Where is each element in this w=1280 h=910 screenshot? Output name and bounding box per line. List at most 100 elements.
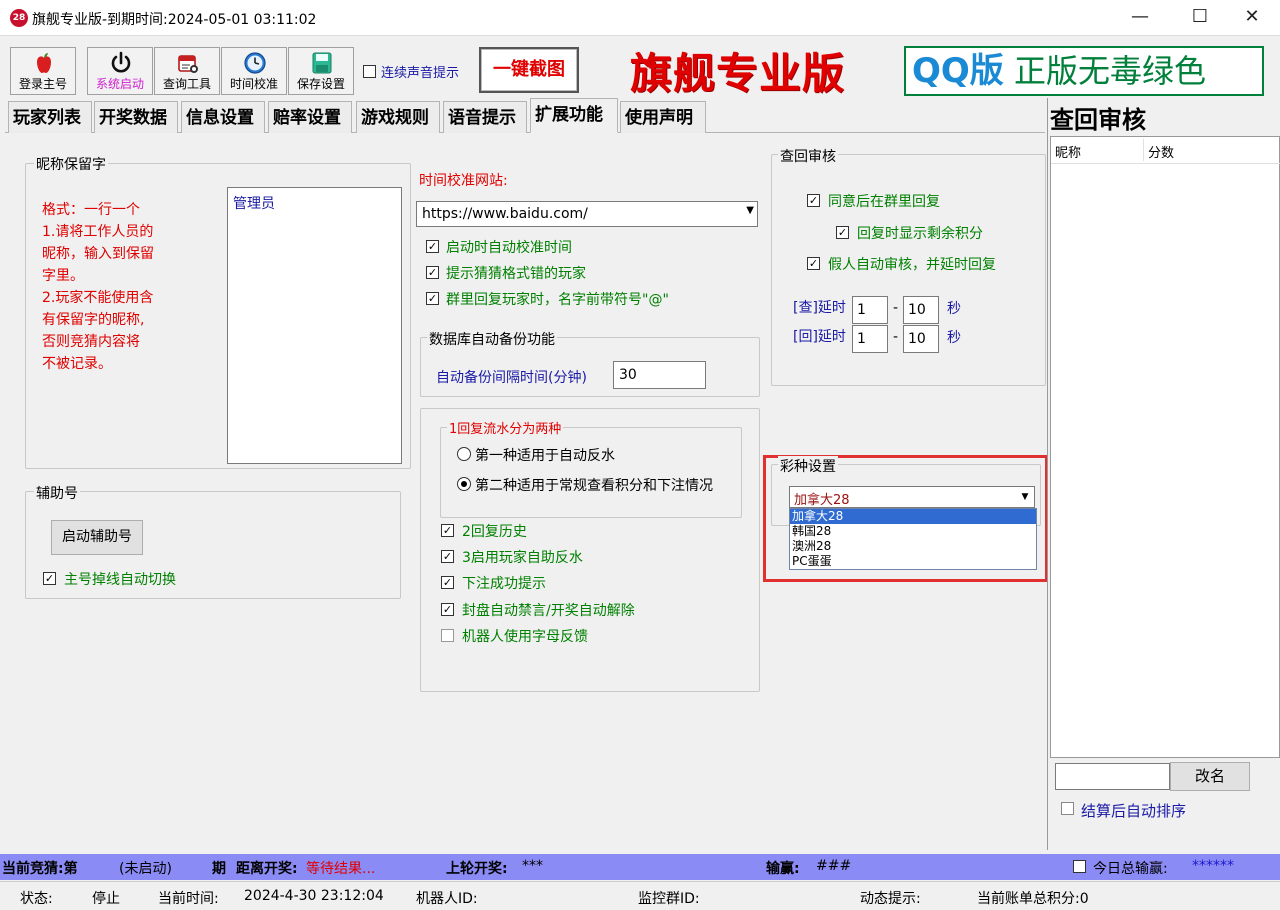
instruction-line: 昵称，输入到保留	[42, 246, 154, 262]
tab-player-list[interactable]: 玩家列表	[8, 101, 92, 133]
save-settings-button[interactable]: 保存设置	[288, 47, 354, 95]
close-button[interactable]: ✕	[1222, 0, 1280, 36]
chevron-down-icon: ▼	[746, 205, 754, 216]
reply-mode-1-label: 第一种适用于自动反水	[475, 448, 615, 464]
chevron-down-icon: ▼	[1021, 492, 1029, 502]
instruction-line: 字里。	[42, 268, 84, 284]
one-click-screenshot-button[interactable]: 一键截图	[479, 47, 579, 93]
reserved-words-textarea[interactable]: 管理员	[227, 187, 402, 464]
winloss-value: ###	[816, 858, 852, 874]
backup-interval-input[interactable]: 30	[613, 361, 706, 389]
auto-sort-label: 结算后自动排序	[1081, 802, 1187, 820]
lottery-option[interactable]: 澳洲28	[790, 539, 1036, 554]
auto-mute-checkbox[interactable]: ✓	[441, 603, 454, 616]
reply-history-checkbox[interactable]: ✓	[441, 524, 454, 537]
auto-sort-checkbox[interactable]	[1061, 802, 1074, 815]
auto-switch-checkbox[interactable]: ✓	[43, 572, 56, 585]
time-site-value: https://www.baidu.com/	[422, 206, 588, 222]
today-total-checkbox[interactable]	[1073, 860, 1086, 873]
query-delay-unit: 秒	[947, 301, 961, 317]
letter-feedback-checkbox[interactable]	[441, 629, 454, 642]
tab-info-settings[interactable]: 信息设置	[181, 101, 265, 133]
dynamic-hint-label: 动态提示:	[860, 891, 921, 907]
reply-mode-1-radio[interactable]	[457, 447, 471, 461]
power-icon	[111, 51, 131, 73]
robot-id-label: 机器人ID:	[416, 891, 478, 907]
reply-delay-from[interactable]: 1	[852, 325, 888, 353]
rename-input[interactable]	[1055, 763, 1170, 790]
tab-voice-prompt[interactable]: 语音提示	[443, 101, 527, 133]
letter-feedback-label: 机器人使用字母反馈	[462, 629, 588, 645]
query-tool-button[interactable]: 查询工具	[154, 47, 220, 95]
time-calibrate-button[interactable]: 时间校准	[221, 47, 287, 95]
today-total-label: 今日总输赢:	[1093, 861, 1168, 877]
column-score[interactable]: 分数	[1148, 142, 1174, 161]
last-draw-label: 上轮开奖:	[446, 861, 508, 877]
continuous-sound-checkbox[interactable]	[363, 65, 376, 78]
countdown-value: 等待结果...	[306, 861, 376, 877]
instruction-line: 否则竞猜内容将	[42, 334, 140, 350]
audit-list[interactable]: 昵称 分数	[1050, 136, 1280, 758]
show-remaining-checkbox[interactable]: ✓	[836, 226, 849, 239]
at-symbol-checkbox[interactable]: ✓	[426, 292, 439, 305]
total-score-label: 当前账单总积分:0	[977, 891, 1089, 907]
system-start-button[interactable]: 系统启动	[87, 47, 153, 95]
lottery-title: 彩种设置	[778, 456, 838, 476]
current-time-value: 2024-4-30 23:12:04	[244, 888, 384, 904]
tab-game-rules[interactable]: 游戏规则	[356, 101, 440, 133]
instruction-line: 有保留字的昵称,	[42, 312, 145, 328]
login-main-button[interactable]: 登录主号	[10, 47, 76, 95]
last-draw-value: ***	[522, 858, 543, 874]
nickname-reserve-title: 昵称保留字	[34, 154, 108, 174]
lottery-option[interactable]: PC蛋蛋	[790, 554, 1036, 569]
query-delay-from[interactable]: 1	[852, 296, 888, 324]
winloss-label: 输赢:	[766, 861, 800, 877]
lottery-option[interactable]: 加拿大28	[790, 509, 1036, 524]
brand-title: 旗舰专业版	[630, 49, 846, 98]
tab-odds-settings[interactable]: 赔率设置	[268, 101, 352, 133]
right-panel-title: 查回审核	[1050, 106, 1146, 134]
clock-icon	[244, 52, 266, 74]
panel-divider	[1047, 98, 1048, 850]
audit-title: 查回审核	[778, 146, 838, 166]
instruction-line: 格式：一行一个	[42, 202, 140, 218]
bot-auto-audit-checkbox[interactable]: ✓	[807, 257, 820, 270]
range-separator: -	[893, 329, 899, 345]
continuous-sound-label: 连续声音提示	[381, 66, 460, 81]
lottery-select[interactable]: 加拿大28 ▼	[789, 486, 1035, 508]
auto-calibrate-label: 启动时自动校准时间	[446, 240, 572, 256]
format-error-label: 提示猜猜格式错的玩家	[446, 266, 586, 282]
tab-extensions[interactable]: 扩展功能	[530, 98, 618, 133]
reply-in-group-label: 同意后在群里回复	[828, 194, 940, 210]
current-guess-label: 当前竞猜:第	[2, 861, 78, 877]
reply-delay-to[interactable]: 10	[903, 325, 939, 353]
self-rebate-checkbox[interactable]: ✓	[441, 550, 454, 563]
rename-button[interactable]: 改名	[1170, 762, 1250, 791]
tab-usage-statement[interactable]: 使用声明	[620, 101, 706, 133]
lottery-options-list: 加拿大28 韩国28 澳洲28 PC蛋蛋	[789, 508, 1037, 570]
reply-mode-2-radio[interactable]	[457, 477, 471, 491]
calendar-icon	[178, 55, 198, 73]
reply-in-group-checkbox[interactable]: ✓	[807, 194, 820, 207]
backup-interval-label: 自动备份间隔时间(分钟)	[436, 370, 587, 386]
auto-calibrate-checkbox[interactable]: ✓	[426, 240, 439, 253]
tab-draw-data[interactable]: 开奖数据	[94, 101, 178, 133]
auto-switch-label: 主号掉线自动切换	[64, 572, 176, 588]
monitor-group-label: 监控群ID:	[638, 891, 700, 907]
maximize-button[interactable]: ☐	[1170, 0, 1230, 36]
time-site-select[interactable]: https://www.baidu.com/ ▼	[416, 201, 758, 227]
reply-delay-unit: 秒	[947, 330, 961, 346]
start-assist-button[interactable]: 启动辅助号	[51, 520, 143, 555]
column-nickname[interactable]: 昵称	[1055, 142, 1081, 161]
reply-delay-label: [回]延时	[793, 329, 846, 345]
status-bar-top: 当前竞猜:第 (未启动) 期 距离开奖: 等待结果... 上轮开奖: *** 输…	[0, 854, 1280, 880]
toolbar-label: 查询工具	[162, 77, 211, 91]
bet-success-checkbox[interactable]: ✓	[441, 576, 454, 589]
minimize-button[interactable]: —	[1110, 0, 1170, 36]
lottery-option[interactable]: 韩国28	[790, 524, 1036, 539]
query-delay-to[interactable]: 10	[903, 296, 939, 324]
format-error-checkbox[interactable]: ✓	[426, 266, 439, 279]
show-remaining-label: 回复时显示剩余积分	[857, 226, 983, 242]
today-total-value: ******	[1192, 858, 1234, 874]
reply-mode-title: 1回复流水分为两种	[447, 418, 564, 437]
